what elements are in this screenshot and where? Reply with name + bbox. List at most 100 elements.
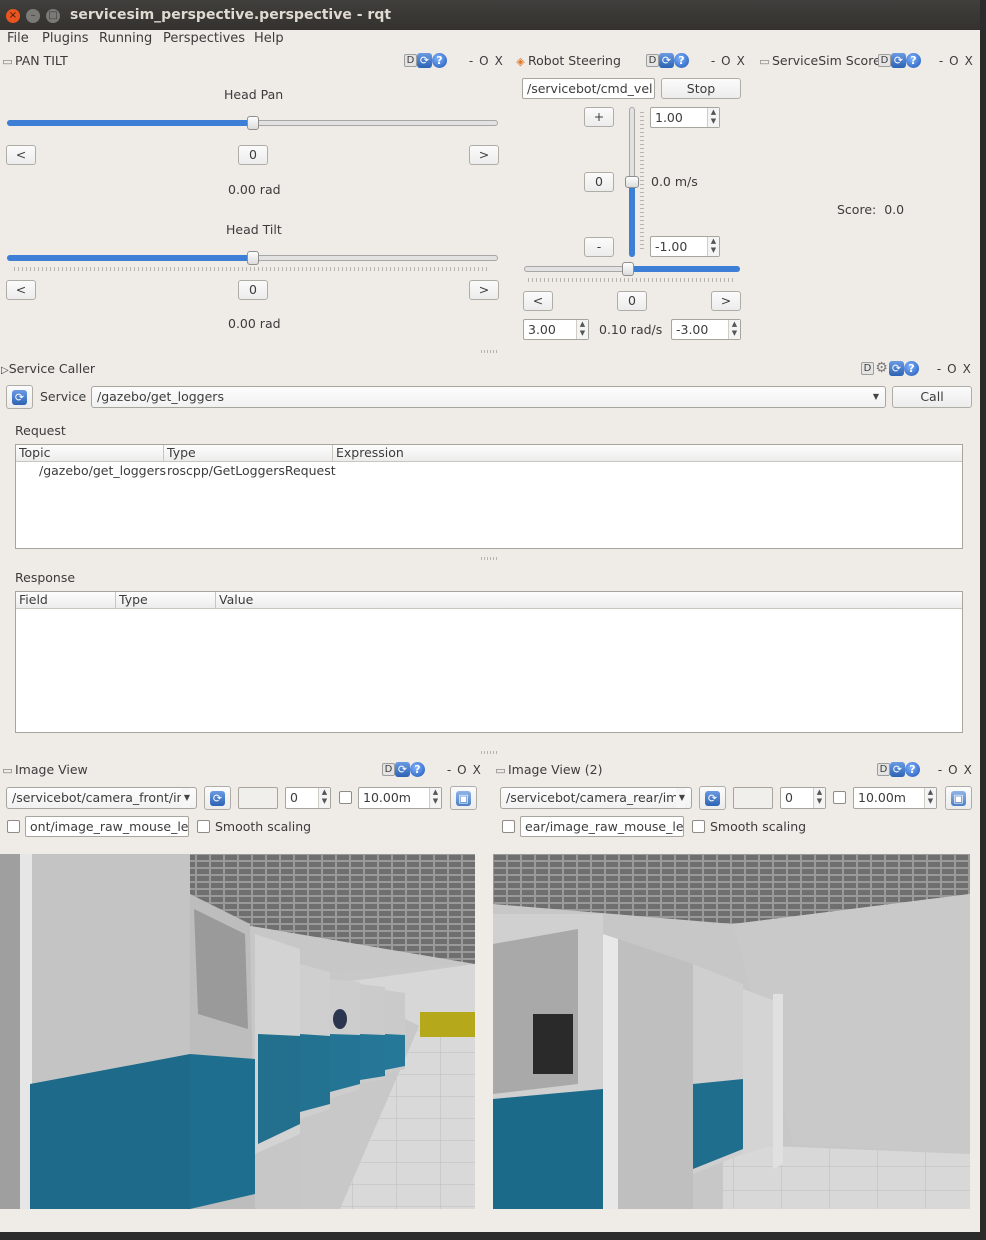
spin-arrows-icon[interactable]: ▲ ▼ xyxy=(728,320,740,339)
image-blank-field[interactable] xyxy=(733,787,773,809)
help-icon[interactable]: ? xyxy=(905,762,920,777)
help-d-button[interactable]: D xyxy=(861,362,874,375)
float-dock-button[interactable]: O xyxy=(457,763,466,777)
reload-icon[interactable]: ⟳ xyxy=(890,762,905,777)
float-dock-button[interactable]: O xyxy=(721,54,730,68)
float-dock-button[interactable]: O xyxy=(479,54,488,68)
mouse-publish-checkbox[interactable] xyxy=(502,820,515,833)
request-row-topic[interactable]: /gazebo/get_loggers xyxy=(39,463,166,478)
float-dock-button[interactable]: O xyxy=(948,763,957,777)
service-combobox[interactable]: /gazebo/get_loggers ▼ xyxy=(91,386,886,408)
request-column-expression[interactable]: Expression xyxy=(333,445,962,462)
angular-left-button[interactable]: < xyxy=(523,291,553,311)
spin-arrows-icon[interactable]: ▲ ▼ xyxy=(429,788,441,808)
linear-velocity-handle[interactable] xyxy=(625,176,639,188)
angular-min-spinbox[interactable]: -3.00 ▲ ▼ xyxy=(671,319,741,340)
maximize-icon[interactable]: □ xyxy=(46,9,60,23)
linear-max-spinbox[interactable]: 1.00 ▲ ▼ xyxy=(650,107,720,128)
float-dock-button[interactable]: O xyxy=(949,54,958,68)
close-dock-button[interactable]: X xyxy=(737,54,745,68)
close-dock-button[interactable]: X xyxy=(495,54,503,68)
reload-icon[interactable]: ⟳ xyxy=(889,361,904,376)
spin-arrows-icon[interactable]: ▲ ▼ xyxy=(576,320,588,339)
close-icon[interactable]: × xyxy=(6,9,20,23)
refresh-topics-button[interactable]: ⟳ xyxy=(699,786,726,810)
image-topic-combobox[interactable]: /servicebot/camera_rear/im ▼ xyxy=(500,787,692,809)
mouse-topic-input[interactable]: ont/image_raw_mouse_left xyxy=(25,816,189,837)
close-dock-button[interactable]: X xyxy=(965,54,973,68)
angular-max-spinbox[interactable]: 3.00 ▲ ▼ xyxy=(523,319,589,340)
response-column-type[interactable]: Type xyxy=(116,592,216,609)
head-tilt-handle[interactable] xyxy=(247,251,259,265)
spin-arrows-icon[interactable]: ▲ ▼ xyxy=(813,788,825,808)
request-table[interactable]: Topic Type Expression /gazebo/get_logger… xyxy=(15,444,963,549)
image-num-spinbox[interactable]: 0 ▲ ▼ xyxy=(285,787,331,809)
linear-minus-button[interactable]: - xyxy=(584,237,614,257)
head-tilt-value-button[interactable]: 0 xyxy=(238,280,268,300)
help-d-button[interactable]: D xyxy=(404,54,417,67)
mouse-topic-input[interactable]: ear/image_raw_mouse_left xyxy=(520,816,684,837)
help-icon[interactable]: ? xyxy=(674,53,689,68)
minimize-dock-button[interactable]: - xyxy=(469,54,473,68)
spin-arrows-icon[interactable]: ▲ ▼ xyxy=(707,237,719,256)
linear-zero-button[interactable]: 0 xyxy=(584,172,614,192)
help-d-button[interactable]: D xyxy=(646,54,659,67)
image-topic-combobox[interactable]: /servicebot/camera_front/in ▼ xyxy=(6,787,197,809)
reload-icon[interactable]: ⟳ xyxy=(417,53,432,68)
spin-arrows-icon[interactable]: ▲ ▼ xyxy=(318,788,330,808)
minimize-dock-button[interactable]: - xyxy=(447,763,451,777)
response-table[interactable]: Field Type Value xyxy=(15,591,963,733)
splitter-handle[interactable] xyxy=(481,751,499,754)
refresh-topics-button[interactable]: ⟳ xyxy=(204,786,231,810)
gear-icon[interactable]: ⚙ xyxy=(874,361,889,376)
spin-arrows-icon[interactable]: ▲ ▼ xyxy=(707,108,719,127)
reload-icon[interactable]: ⟳ xyxy=(659,53,674,68)
head-pan-value-button[interactable]: 0 xyxy=(238,145,268,165)
help-d-button[interactable]: D xyxy=(878,54,891,67)
image-distance-spinbox[interactable]: 10.00m ▲ ▼ xyxy=(358,787,442,809)
response-column-field[interactable]: Field xyxy=(16,592,116,609)
reload-icon[interactable]: ⟳ xyxy=(395,762,410,777)
refresh-services-button[interactable]: ⟳ xyxy=(6,385,33,409)
smooth-scaling-checkbox[interactable] xyxy=(197,820,210,833)
request-column-type[interactable]: Type xyxy=(164,445,333,462)
smooth-scaling-checkbox[interactable] xyxy=(692,820,705,833)
help-d-button[interactable]: D xyxy=(877,763,890,776)
angular-zero-button[interactable]: 0 xyxy=(617,291,647,311)
front-camera-image[interactable] xyxy=(0,854,475,1209)
menu-perspectives[interactable]: Perspectives xyxy=(163,31,245,46)
request-row-type[interactable]: roscpp/GetLoggersRequest xyxy=(167,463,336,478)
spin-arrows-icon[interactable]: ▲ ▼ xyxy=(924,788,936,808)
call-button[interactable]: Call xyxy=(892,386,972,408)
help-icon[interactable]: ? xyxy=(906,53,921,68)
close-dock-button[interactable]: X xyxy=(963,362,971,376)
menu-file[interactable]: File xyxy=(7,31,29,46)
head-pan-right-button[interactable]: > xyxy=(469,145,499,165)
image-distance-spinbox[interactable]: 10.00m ▲ ▼ xyxy=(853,787,937,809)
minimize-dock-button[interactable]: - xyxy=(711,54,715,68)
rear-camera-image[interactable] xyxy=(493,854,970,1209)
help-d-button[interactable]: D xyxy=(382,763,395,776)
stop-button[interactable]: Stop xyxy=(661,78,741,99)
help-icon[interactable]: ? xyxy=(432,53,447,68)
save-image-button[interactable]: ▣ xyxy=(945,786,972,810)
minimize-icon[interactable]: – xyxy=(26,9,40,23)
linear-plus-button[interactable]: + xyxy=(584,107,614,127)
angular-velocity-handle[interactable] xyxy=(622,262,634,276)
angular-right-button[interactable]: > xyxy=(711,291,741,311)
float-dock-button[interactable]: O xyxy=(947,362,956,376)
minimize-dock-button[interactable]: - xyxy=(939,54,943,68)
linear-min-spinbox[interactable]: -1.00 ▲ ▼ xyxy=(650,236,720,257)
menu-plugins[interactable]: Plugins xyxy=(42,31,89,46)
image-enable-checkbox[interactable] xyxy=(833,791,846,804)
menu-help[interactable]: Help xyxy=(254,31,284,46)
close-dock-button[interactable]: X xyxy=(964,763,972,777)
help-icon[interactable]: ? xyxy=(410,762,425,777)
close-dock-button[interactable]: X xyxy=(473,763,481,777)
menu-running[interactable]: Running xyxy=(99,31,152,46)
image-blank-field[interactable] xyxy=(238,787,278,809)
reload-icon[interactable]: ⟳ xyxy=(891,53,906,68)
save-image-button[interactable]: ▣ xyxy=(450,786,477,810)
head-pan-left-button[interactable]: < xyxy=(6,145,36,165)
minimize-dock-button[interactable]: - xyxy=(938,763,942,777)
